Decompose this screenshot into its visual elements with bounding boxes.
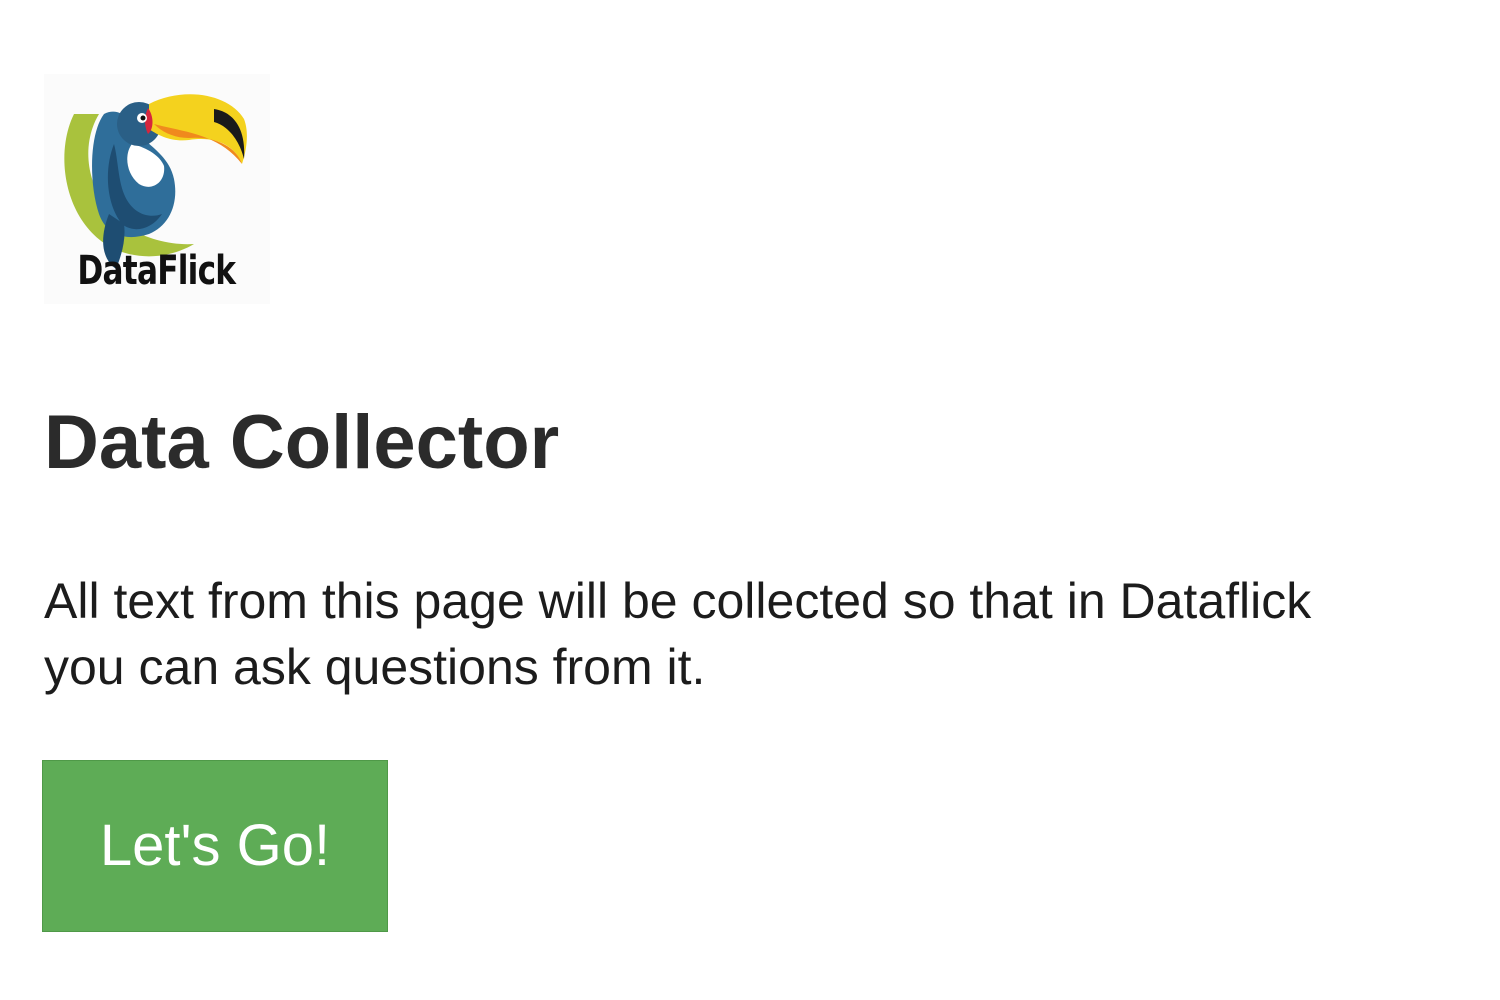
description-text: All text from this page will be collecte… [44, 573, 1312, 695]
dataflick-logo: DataFlick [44, 74, 270, 304]
lets-go-button[interactable]: Let's Go! [42, 760, 388, 932]
logo-brand-name: DataFlick [77, 248, 236, 294]
page-title: Data Collector [44, 400, 560, 485]
logo-wordmark: DataFlick [44, 244, 270, 304]
data-collector-page: DataFlick Data Collector All text from t… [0, 0, 1500, 1000]
